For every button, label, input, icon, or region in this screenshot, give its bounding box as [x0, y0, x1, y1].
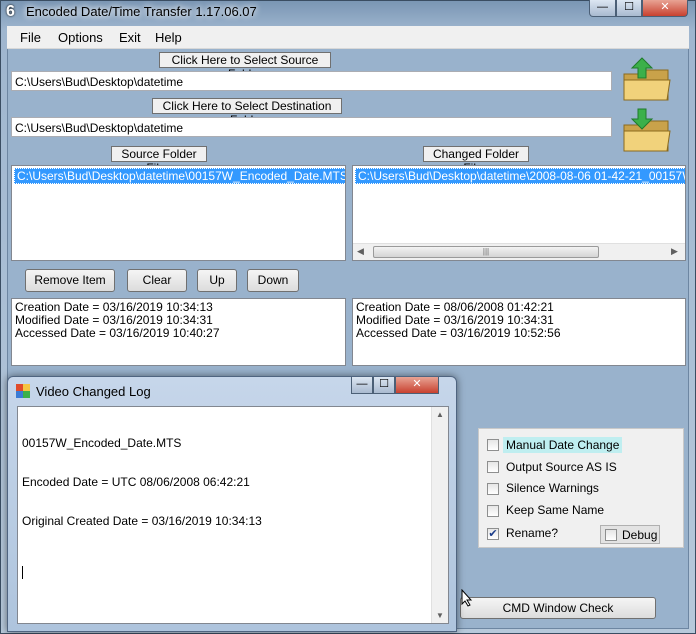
changed-dates-box: Creation Date = 08/06/2008 01:42:21 Modi… — [352, 298, 686, 366]
source-dates-box: Creation Date = 03/16/2019 10:34:13 Modi… — [11, 298, 346, 366]
clear-button[interactable]: Clear — [127, 269, 187, 292]
log-line-original-created: Original Created Date = 03/16/2019 10:34… — [22, 514, 262, 528]
text-caret — [22, 566, 23, 579]
close-icon: ✕ — [660, 1, 670, 13]
minimize-icon: — — [356, 378, 368, 390]
changed-files-list[interactable]: C:\Users\Bud\Desktop\datetime\2008-08-06… — [352, 165, 686, 261]
destination-path-field[interactable]: C:\Users\Bud\Desktop\datetime — [11, 117, 612, 137]
close-icon: ✕ — [412, 378, 422, 390]
horizontal-scrollbar[interactable]: ◀ ||| ▶ — [353, 243, 685, 260]
output-source-as-is-label[interactable]: Output Source AS IS — [506, 460, 617, 474]
log-textarea[interactable]: 00157W_Encoded_Date.MTS Encoded Date = U… — [17, 406, 449, 624]
menu-exit[interactable]: Exit — [119, 30, 141, 45]
changed-accessed-date: Accessed Date = 03/16/2019 10:52:56 — [356, 326, 561, 340]
menu-options[interactable]: Options — [58, 30, 103, 45]
list-item[interactable]: C:\Users\Bud\Desktop\datetime\00157W_Enc… — [14, 168, 345, 184]
title-bar: 6 Encoded Date/Time Transfer 1.17.06.07 … — [0, 0, 696, 24]
folder-download-icon[interactable] — [622, 107, 672, 155]
rename-checkbox[interactable]: ✔ — [487, 528, 499, 540]
maximize-button[interactable]: ☐ — [616, 0, 642, 17]
list-item[interactable]: C:\Users\Bud\Desktop\datetime\2008-08-06… — [355, 168, 685, 184]
log-minimize-button[interactable]: — — [351, 377, 373, 394]
folder-upload-icon[interactable] — [622, 56, 672, 104]
app-icon: 6 — [6, 3, 15, 20]
keep-same-name-checkbox[interactable] — [487, 505, 499, 517]
scroll-down-icon[interactable]: ▼ — [436, 611, 444, 620]
source-files-label: Source Folder Files — [111, 146, 207, 175]
manual-date-change-checkbox[interactable] — [487, 439, 499, 451]
log-close-button[interactable]: ✕ — [395, 377, 439, 394]
maximize-icon: ☐ — [624, 1, 634, 13]
mouse-cursor-icon — [461, 589, 473, 607]
log-window: Video Changed Log — ☐ ✕ 00157W_Encoded_D… — [7, 376, 457, 632]
minimize-icon: — — [597, 1, 608, 13]
manual-date-change-label[interactable]: Manual Date Change — [503, 437, 623, 453]
debug-label[interactable]: Debug — [622, 528, 657, 542]
keep-same-name-label[interactable]: Keep Same Name — [506, 503, 604, 517]
options-group: Manual Date Change Output Source AS IS S… — [478, 428, 684, 548]
close-button[interactable]: ✕ — [642, 0, 688, 17]
debug-toggle[interactable]: Debug — [600, 525, 660, 544]
source-accessed-date: Accessed Date = 03/16/2019 10:40:27 — [15, 326, 220, 340]
window-title: Encoded Date/Time Transfer 1.17.06.07 — [26, 4, 257, 19]
select-source-folder-button[interactable]: Click Here to Select Source Folder — [159, 52, 331, 81]
select-destination-folder-button[interactable]: Click Here to Select Destination Folder — [152, 98, 342, 127]
silence-warnings-label[interactable]: Silence Warnings — [506, 481, 599, 495]
menu-file[interactable]: File — [20, 30, 41, 45]
source-files-list[interactable]: C:\Users\Bud\Desktop\datetime\00157W_Enc… — [11, 165, 346, 261]
minimize-button[interactable]: — — [589, 0, 616, 17]
source-path-field[interactable]: C:\Users\Bud\Desktop\datetime — [11, 71, 612, 91]
log-maximize-button[interactable]: ☐ — [373, 377, 395, 394]
output-source-as-is-checkbox[interactable] — [487, 461, 499, 473]
scroll-thumb[interactable]: ||| — [373, 246, 599, 258]
menu-bar: File Options Exit Help — [7, 26, 689, 49]
maximize-icon: ☐ — [379, 378, 389, 390]
form-icon — [16, 384, 30, 398]
scroll-right-icon[interactable]: ▶ — [671, 246, 678, 257]
up-button[interactable]: Up — [197, 269, 237, 292]
changed-files-label: Changed Folder Files — [423, 146, 529, 175]
log-vertical-scrollbar[interactable]: ▲ ▼ — [431, 407, 448, 623]
scroll-left-icon[interactable]: ◀ — [357, 246, 364, 257]
remove-item-button[interactable]: Remove Item — [25, 269, 115, 292]
scroll-up-icon[interactable]: ▲ — [436, 410, 444, 419]
menu-help[interactable]: Help — [155, 30, 182, 45]
log-line-file: 00157W_Encoded_Date.MTS — [22, 436, 182, 450]
silence-warnings-checkbox[interactable] — [487, 483, 499, 495]
debug-checkbox[interactable] — [605, 529, 617, 541]
log-line-encoded-date: Encoded Date = UTC 08/06/2008 06:42:21 — [22, 475, 250, 489]
rename-label[interactable]: Rename? — [506, 526, 558, 540]
log-window-title: Video Changed Log — [36, 384, 151, 399]
cmd-window-check-button[interactable]: CMD Window Check — [460, 597, 656, 619]
down-button[interactable]: Down — [247, 269, 299, 292]
